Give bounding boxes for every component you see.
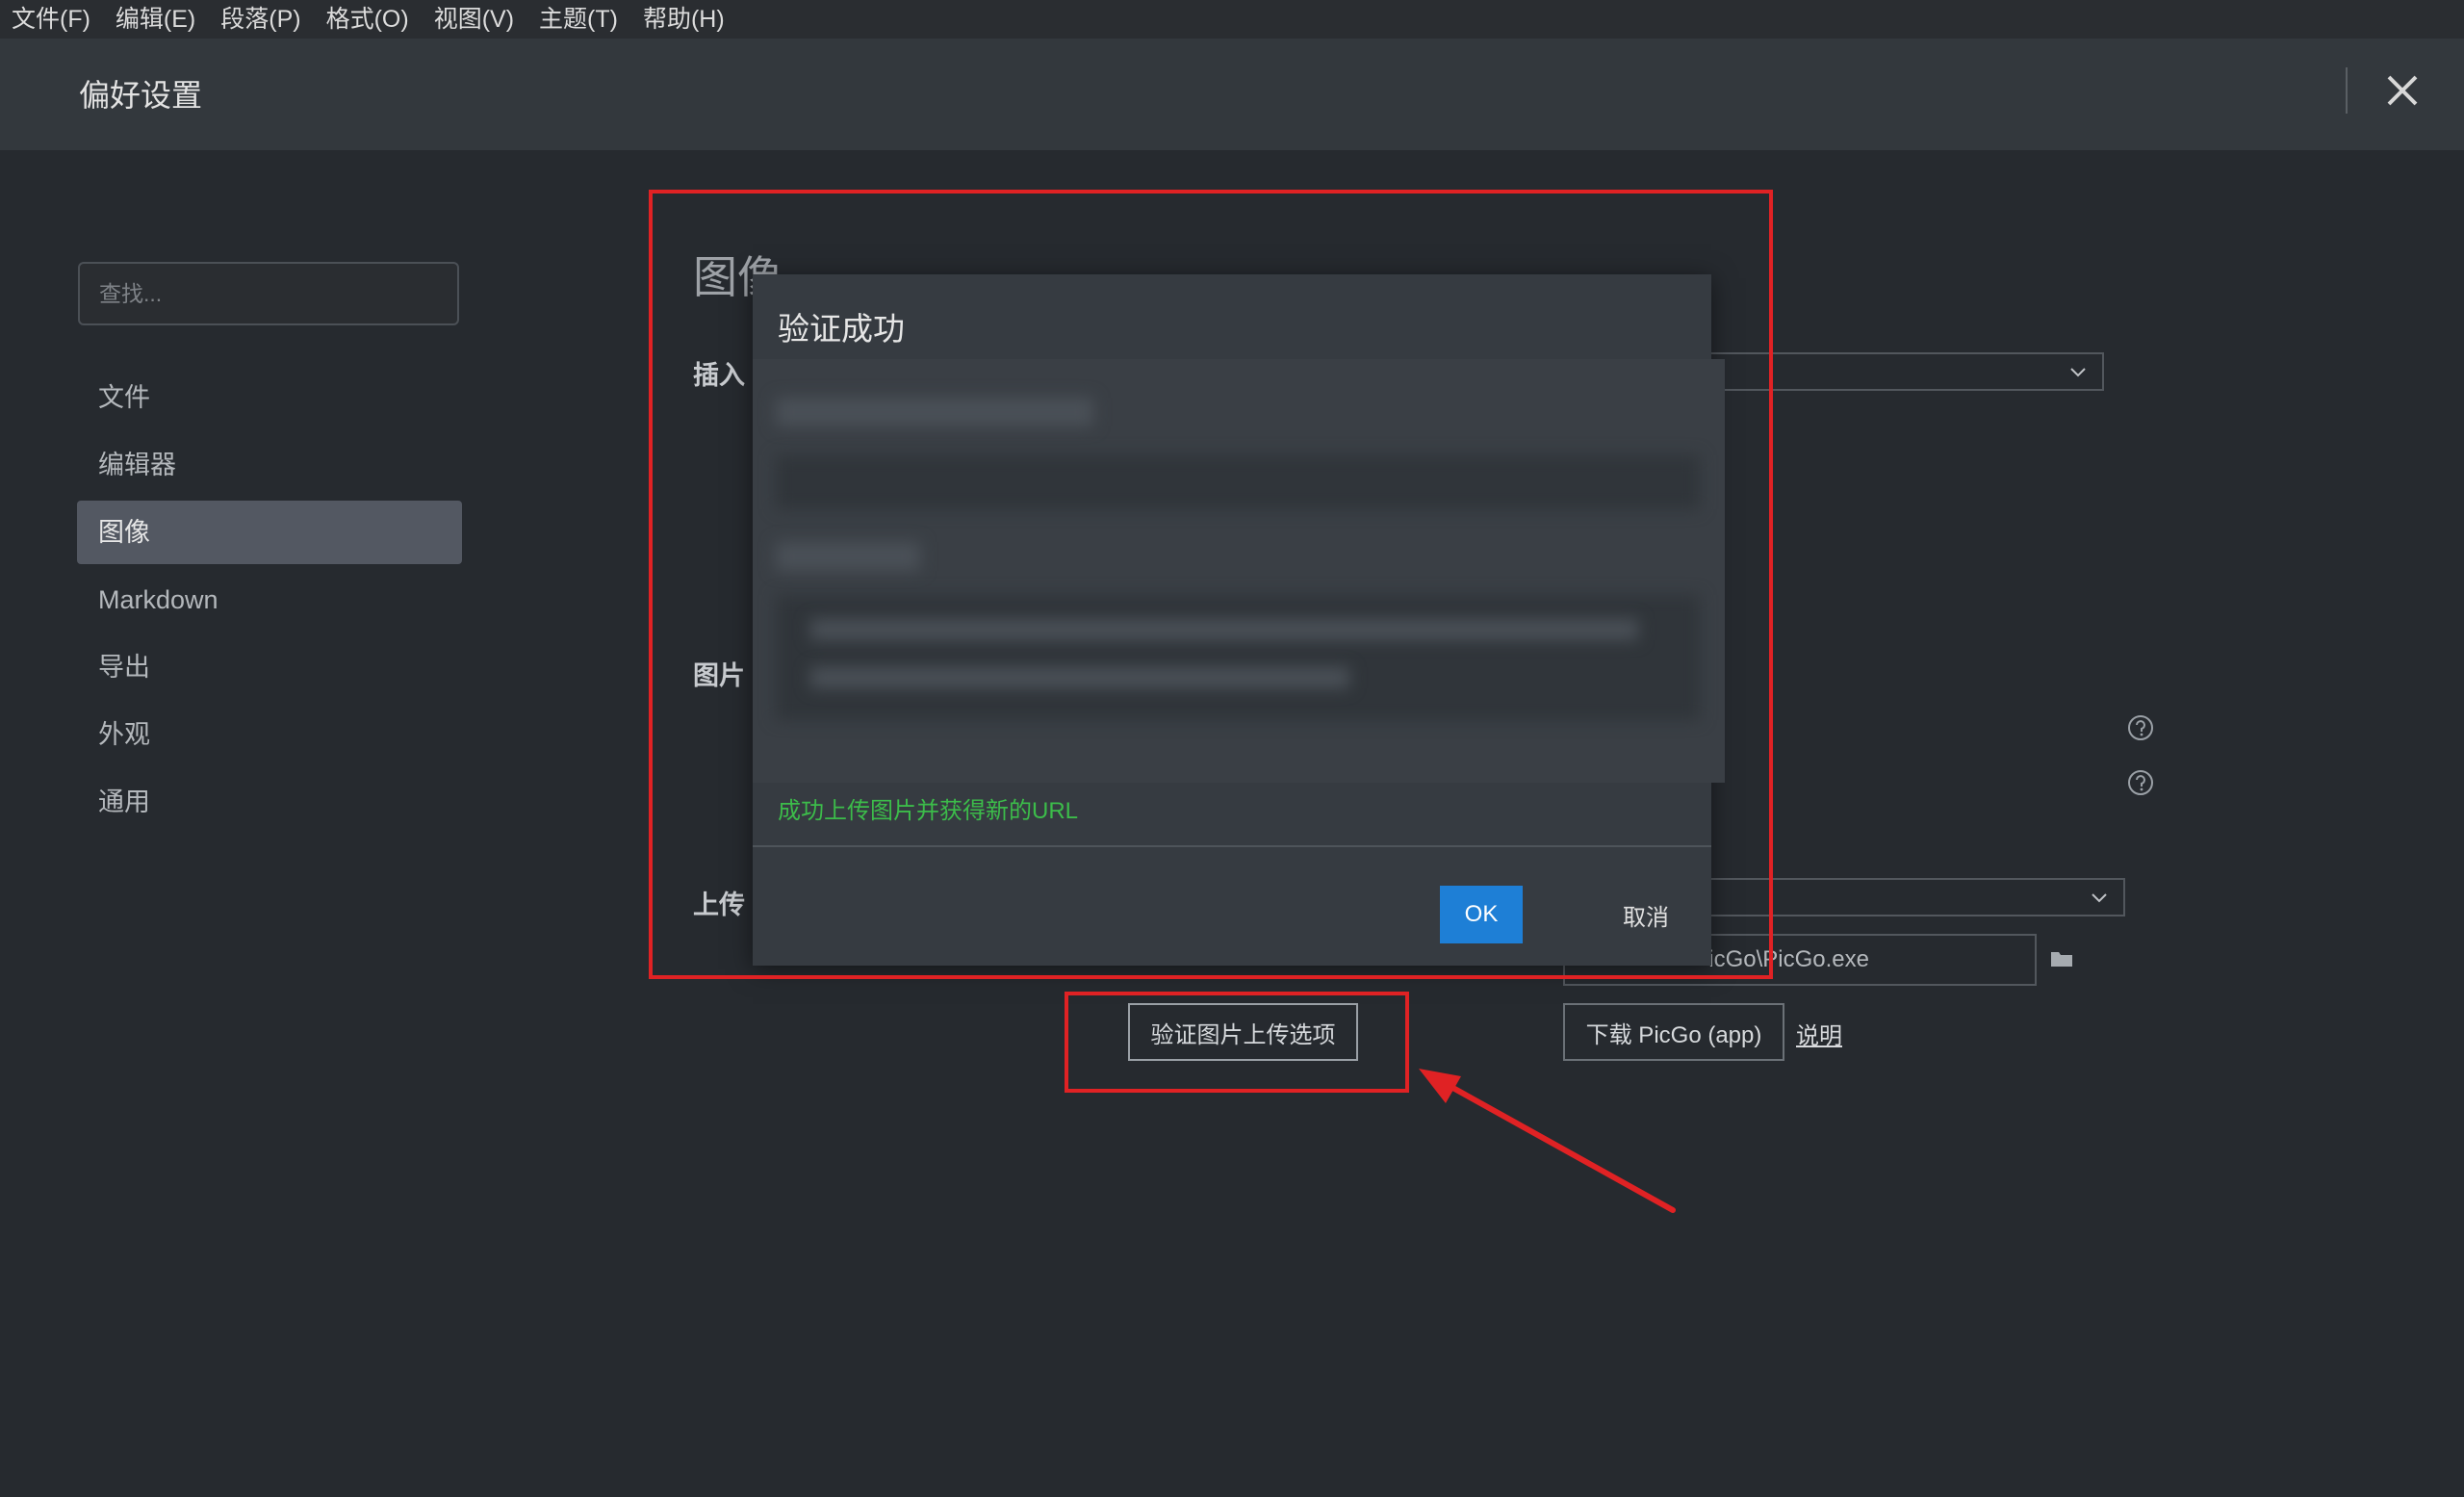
help-link[interactable]: 说明 (1796, 1017, 1842, 1050)
menu-format[interactable]: 格式(O) (326, 0, 409, 39)
menu-bar: 文件(F) 编辑(E) 段落(P) 格式(O) 视图(V) 主题(T) 帮助(H… (0, 0, 2464, 39)
menu-theme[interactable]: 主题(T) (539, 0, 618, 39)
sidebar-item-editor[interactable]: 编辑器 (77, 433, 462, 497)
search-input[interactable] (78, 262, 459, 325)
sidebar-item-appearance[interactable]: 外观 (77, 703, 462, 766)
page-title: 偏好设置 (79, 78, 203, 113)
close-icon[interactable] (2379, 67, 2426, 114)
sidebar-item-general[interactable]: 通用 (77, 770, 462, 834)
sidebar-item-markdown[interactable]: Markdown (77, 568, 462, 632)
sidebar-item-export[interactable]: 导出 (77, 635, 462, 699)
chevron-down-icon (2092, 893, 2107, 903)
menu-paragraph[interactable]: 段落(P) (220, 0, 300, 39)
menu-view[interactable]: 视图(V) (434, 0, 514, 39)
sidebar-nav: 文件 编辑器 图像 Markdown 导出 外观 通用 (77, 366, 462, 838)
menu-file[interactable]: 文件(F) (12, 0, 90, 39)
help-icon[interactable] (2126, 768, 2155, 797)
chevron-down-icon (2070, 368, 2086, 377)
annotation-box-verify (1065, 992, 1409, 1093)
menu-help[interactable]: 帮助(H) (643, 0, 725, 39)
annotation-box-dialog (649, 190, 1773, 979)
help-icon[interactable] (2126, 713, 2155, 742)
preferences-header: 偏好设置 (0, 39, 2464, 150)
sidebar-item-image[interactable]: 图像 (77, 501, 462, 564)
sidebar-item-file[interactable]: 文件 (77, 366, 462, 429)
folder-icon[interactable] (2048, 945, 2075, 972)
header-separator (2346, 67, 2348, 114)
download-picgo-button[interactable]: 下载 PicGo (app) (1563, 1003, 1784, 1061)
annotation-arrow-icon (1419, 1069, 1676, 1213)
menu-edit[interactable]: 编辑(E) (116, 0, 195, 39)
